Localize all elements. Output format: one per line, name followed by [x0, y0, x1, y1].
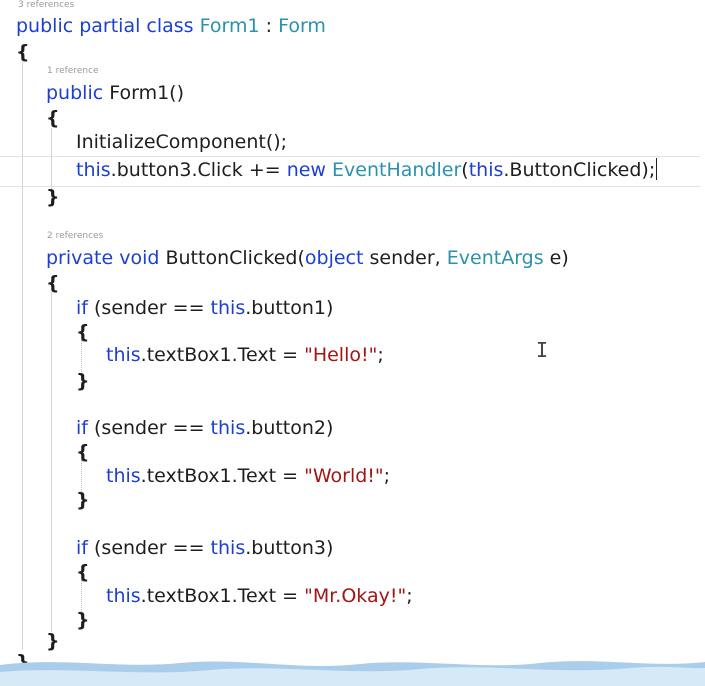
brace: { [76, 561, 90, 583]
code-text: ; [377, 344, 384, 366]
code-text: .textBox1.Text = [140, 465, 305, 487]
class-name: Form1 [199, 15, 260, 37]
code-text: .button3.Click += [110, 159, 287, 181]
keyword: if [76, 537, 88, 559]
brace: } [46, 186, 60, 208]
brace: { [76, 321, 90, 343]
if-statement: if (sender == this.button3) [76, 536, 333, 560]
keyword: this [210, 537, 246, 559]
event-wire-line: this.button3.Click += new EventHandler(t… [76, 158, 658, 182]
brace: } [46, 630, 60, 652]
base-class-name: Form [278, 15, 326, 37]
indent-guide [51, 292, 52, 632]
code-text: .textBox1.Text = [140, 344, 305, 366]
brace: } [76, 609, 90, 631]
keyword: this [76, 159, 111, 181]
code-text: .button3) [245, 537, 334, 559]
code-text: e) [543, 247, 569, 269]
ibeam-cursor-icon: I [536, 338, 549, 362]
colon: : [265, 15, 273, 37]
keyword: this [106, 465, 141, 487]
text-caret [656, 158, 658, 180]
keyword: if [76, 297, 88, 319]
type-name: EventArgs [446, 247, 544, 269]
assignment-line: this.textBox1.Text = "World!"; [106, 464, 390, 488]
class-declaration: public partial class Form1 : Form [16, 14, 326, 38]
code-text: (sender == [87, 537, 211, 559]
string-literal: "Mr.Okay!" [304, 585, 407, 607]
codelens-references[interactable]: 2 references [47, 231, 103, 242]
code-text: sender, [363, 247, 447, 269]
brace: { [16, 41, 30, 63]
code-text: ( [461, 159, 469, 181]
string-literal: "Hello!" [304, 344, 378, 366]
string-literal: "World!" [304, 465, 384, 487]
keyword: if [76, 417, 88, 439]
assignment-line: this.textBox1.Text = "Mr.Okay!"; [106, 584, 413, 608]
init-call: InitializeComponent(); [76, 131, 288, 153]
brace: { [46, 272, 60, 294]
code-text: .textBox1.Text = [140, 585, 305, 607]
code-text: (sender == [87, 417, 211, 439]
method-name: ButtonClicked( [159, 247, 305, 269]
brace: } [76, 370, 90, 392]
code-text: .button1) [245, 297, 334, 319]
if-statement: if (sender == this.button1) [76, 296, 333, 320]
code-text: .ButtonClicked); [503, 159, 656, 181]
indent-guide [22, 62, 23, 650]
torn-edge-decoration [0, 661, 705, 686]
code-text: .button2) [245, 417, 334, 439]
keyword: this [106, 344, 141, 366]
method-declaration: private void ButtonClicked(object sender… [46, 246, 569, 270]
keyword: new [286, 159, 326, 181]
keyword: this [210, 297, 246, 319]
code-text: (sender == [87, 297, 211, 319]
codelens-references[interactable]: 1 reference [47, 66, 99, 77]
brace: { [76, 441, 90, 463]
keyword: public partial class [16, 15, 194, 37]
assignment-line: this.textBox1.Text = "Hello!"; [106, 343, 384, 367]
constructor-declaration: public Form1() [46, 81, 184, 105]
code-editor[interactable]: 3 references public partial class Form1 … [0, 0, 705, 686]
keyword: this [468, 159, 504, 181]
constructor-name: Form1() [109, 82, 184, 104]
brace: { [46, 107, 60, 129]
brace: } [76, 489, 90, 511]
keyword: object [304, 247, 364, 269]
code-text: ; [383, 465, 391, 487]
keyword: this [210, 417, 246, 439]
type-name: EventHandler [332, 159, 462, 181]
keyword: this [106, 585, 141, 607]
keyword: public [46, 82, 104, 104]
code-text: ; [406, 585, 413, 607]
keyword: private void [46, 247, 160, 269]
codelens-references[interactable]: 3 references [18, 0, 74, 11]
if-statement: if (sender == this.button2) [76, 416, 333, 440]
